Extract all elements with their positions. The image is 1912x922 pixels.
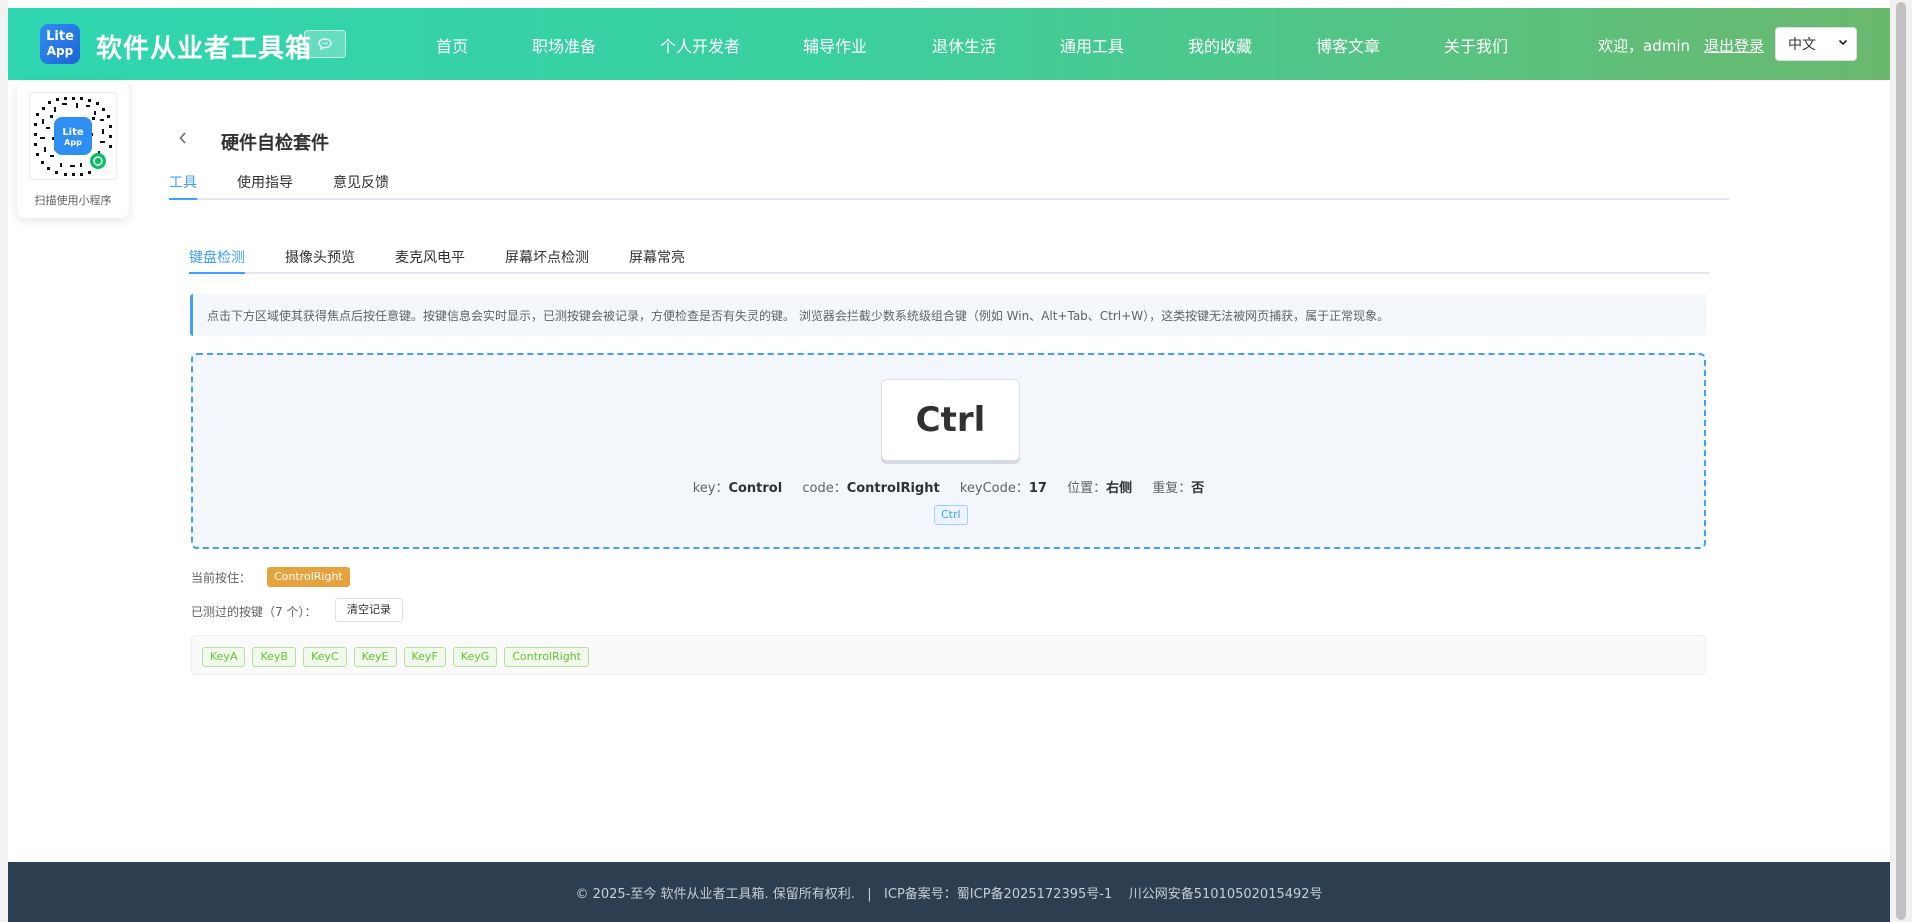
footer-copyright: © 2025-至今 软件从业者工具箱. 保留所有权利. | ICP备案号：蜀IC… [575, 886, 1323, 902]
tab-keyboard-test[interactable]: 键盘检测 [189, 247, 245, 267]
site-footer: © 2025-至今 软件从业者工具箱. 保留所有权利. | ICP备案号：蜀IC… [8, 862, 1890, 922]
qr-code-icon: Lite App [34, 97, 112, 176]
language-value: 中文 [1788, 37, 1816, 53]
tested-key-tag: KeyA [202, 647, 246, 667]
qr-code-image: Lite App [29, 92, 117, 180]
key-capture-area[interactable]: Ctrl key：Control code：ControlRight keyCo… [191, 353, 1706, 549]
qr-caption: 扫描使用小程序 [34, 194, 112, 207]
scrollbar-thumb[interactable] [1896, 2, 1906, 920]
key-value: Control [728, 481, 783, 496]
nav-homework-help[interactable]: 辅导作业 [803, 33, 867, 57]
keycode-value: 17 [1028, 481, 1047, 496]
nav-home[interactable]: 首页 [436, 33, 468, 57]
clear-records-button[interactable]: 清空记录 [335, 598, 403, 622]
current-pressed-tag: ControlRight [267, 567, 350, 587]
tested-key-tag: KeyB [252, 647, 296, 667]
page-frame: Lite App 软件从业者工具箱 首页 职场准备 个人开发者 辅导作业 退休生… [0, 0, 1912, 922]
welcome-text: 欢迎，admin [1598, 37, 1690, 55]
repeat-label: 重复： [1152, 481, 1192, 496]
current-pressed-label: 当前按住： [191, 571, 252, 585]
tested-key-tag: KeyC [302, 647, 347, 667]
nav-general-tools[interactable]: 通用工具 [1060, 33, 1124, 57]
tested-keys-label: 已测过的按键（7 个）： [191, 605, 317, 619]
logout-link[interactable]: 退出登录 [1704, 35, 1764, 56]
nav-career-prep[interactable]: 职场准备 [532, 33, 596, 57]
position-label: 位置： [1067, 481, 1107, 496]
vertical-scrollbar[interactable] [1890, 0, 1912, 922]
code-label: code： [802, 481, 847, 496]
tested-key-tag: ControlRight [504, 647, 589, 667]
tab-camera-preview[interactable]: 摄像头预览 [285, 247, 355, 267]
tab-usage-guide[interactable]: 使用指导 [237, 172, 293, 192]
tab-feedback[interactable]: 意见反馈 [333, 172, 389, 192]
tool-tabs: 键盘检测 摄像头预览 麦克风电平 屏幕坏点检测 屏幕常亮 [189, 244, 1709, 274]
window-edge [0, 0, 8, 922]
tested-key-tag: KeyG [452, 647, 498, 667]
keycode-label: keyCode： [959, 481, 1029, 496]
tab-mic-level[interactable]: 麦克风电平 [395, 247, 465, 267]
instructions-alert: 点击下方区域使其获得焦点后按任意键。按键信息会实时显示，已测按键会被记录，方便检… [190, 294, 1706, 336]
key-event-details: key：Control code：ControlRight keyCode：17… [193, 477, 1704, 496]
tab-tool[interactable]: 工具 [169, 172, 197, 192]
current-key-display: Ctrl [881, 379, 1020, 461]
tested-keys-panel: KeyA KeyB KeyC KeyE KeyF KeyG ControlRig… [191, 635, 1706, 675]
tested-key-tag: KeyF [403, 647, 446, 667]
tab-screen-keep-awake[interactable]: 屏幕常亮 [629, 247, 685, 267]
active-tab-indicator [169, 198, 197, 200]
tested-keys-list: KeyA KeyB KeyC KeyE KeyF KeyG ControlRig… [202, 647, 589, 667]
tested-key-tag: KeyE [353, 647, 397, 667]
position-value: 右侧 [1106, 481, 1133, 496]
code-value: ControlRight [846, 481, 940, 496]
mini-program-qr-card[interactable]: Lite App 扫描使用小程序 [17, 82, 129, 218]
svg-text:Lite: Lite [62, 127, 84, 138]
top-navbar: Lite App 软件从业者工具箱 首页 职场准备 个人开发者 辅导作业 退休生… [8, 8, 1890, 80]
page-title: 硬件自检套件 [221, 133, 329, 154]
main-tabs: 工具 使用指导 意见反馈 [169, 170, 1729, 200]
language-select[interactable]: 中文 [1775, 27, 1857, 61]
back-arrow-icon[interactable] [178, 129, 188, 150]
nav-about-us[interactable]: 关于我们 [1444, 33, 1508, 57]
nav-blog[interactable]: 博客文章 [1316, 33, 1380, 57]
svg-text:App: App [64, 138, 82, 147]
active-subtab-indicator [189, 272, 245, 274]
chevron-down-icon [1838, 36, 1848, 50]
modifier-tag: Ctrl [934, 505, 968, 525]
tab-dead-pixel-test[interactable]: 屏幕坏点检测 [505, 247, 589, 267]
repeat-value: 否 [1191, 481, 1205, 496]
key-label: key： [692, 481, 729, 496]
nav-indie-dev[interactable]: 个人开发者 [660, 33, 740, 57]
nav-favorites[interactable]: 我的收藏 [1188, 33, 1252, 57]
nav-retirement[interactable]: 退休生活 [932, 33, 996, 57]
